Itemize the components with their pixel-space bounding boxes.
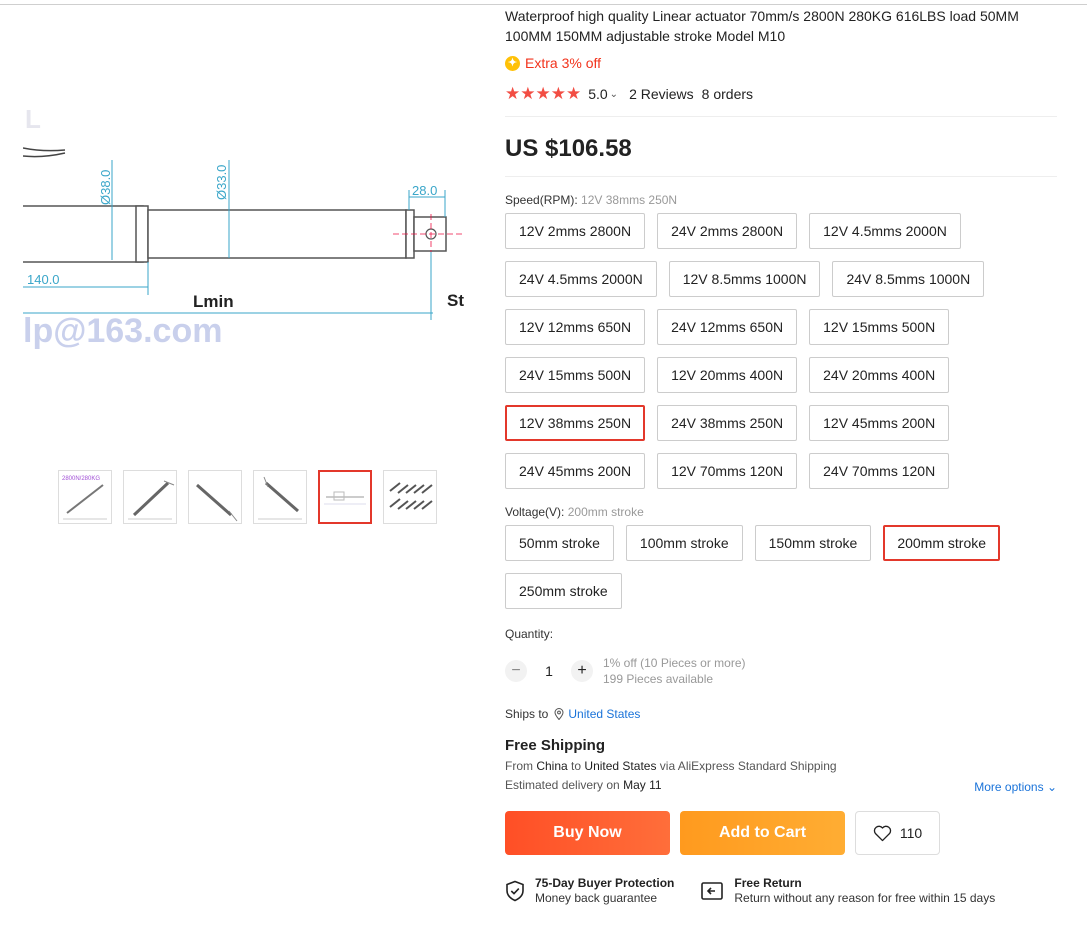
bulk-discount-text: 1% off (10 Pieces or more) (603, 656, 746, 670)
delivery-date: May 11 (623, 778, 662, 792)
dim-label-33: Ø33.0 (214, 165, 229, 200)
quantity-stepper: − + 1% off (10 Pieces or more) 199 Piece… (505, 655, 1057, 687)
guarantees-row: 75-Day Buyer Protection Money back guara… (505, 876, 1057, 905)
quantity-input[interactable] (527, 663, 571, 679)
product-info-panel: Waterproof high quality Linear actuator … (505, 6, 1057, 905)
dim-label-28: 28.0 (412, 183, 437, 198)
ships-to-label: Ships to (505, 707, 549, 721)
voltage-option[interactable]: 150mm stroke (754, 525, 872, 561)
speed-option[interactable]: 12V 15mms 500N (809, 309, 950, 345)
thumbnail-1[interactable]: 2800N/280KG (58, 470, 112, 524)
speed-option[interactable]: 12V 4.5mms 2000N (809, 213, 961, 249)
speed-selected-value: 12V 38mms 250N (581, 193, 678, 207)
product-title: Waterproof high quality Linear actuator … (505, 8, 1019, 44)
top-divider (0, 4, 1087, 5)
increase-quantity-button[interactable]: + (571, 660, 593, 682)
chevron-down-icon[interactable]: ⌄ (610, 89, 618, 100)
heart-icon (873, 825, 891, 841)
speed-option[interactable]: 12V 2mms 2800N (505, 213, 646, 249)
voltage-selected-value: 200mm stroke (567, 505, 644, 519)
ships-to-country-link[interactable]: United States (568, 707, 640, 721)
star-rating-icons: ★★★★★ (505, 84, 582, 103)
coupon-text: Extra 3% off (525, 55, 602, 71)
speed-option[interactable]: 24V 4.5mms 2000N (505, 261, 657, 297)
product-price: US $106.58 (505, 135, 632, 162)
speed-option[interactable]: 24V 12mms 650N (657, 309, 798, 345)
thumbnail-5[interactable] (318, 470, 372, 524)
dim-label-38: Ø38.0 (98, 170, 113, 205)
speed-options: 12V 2mms 2800N 24V 2mms 2800N 12V 4.5mms… (505, 213, 1057, 501)
delivery-row: Estimated delivery on May 11 More option… (505, 778, 1057, 794)
shipping-route: From China to United States via AliExpre… (505, 759, 837, 773)
ship-from-country: China (536, 759, 568, 773)
speed-option[interactable]: 24V 8.5mms 1000N (832, 261, 985, 297)
reviews-link[interactable]: 2 Reviews (629, 86, 694, 102)
wishlist-count: 110 (899, 825, 923, 841)
speed-option[interactable]: 24V 70mms 120N (809, 453, 950, 489)
free-return[interactable]: Free Return Return without any reason fo… (700, 876, 995, 905)
main-product-image[interactable]: L Ø38.0 Ø33.0 28.0 140.0 Lmin St lp@163.… (23, 100, 473, 350)
speed-option[interactable]: 12V 20mms 400N (657, 357, 798, 393)
estimated-delivery: Estimated delivery on May 11 (505, 778, 662, 792)
location-pin-icon (554, 708, 564, 720)
thumbnail-6[interactable] (383, 470, 437, 524)
purchase-actions: Buy Now Add to Cart 110 (505, 811, 1057, 855)
coin-icon: ✦ (505, 55, 520, 71)
speed-option-selected[interactable]: 12V 38mms 250N (505, 405, 646, 441)
speed-option[interactable]: 12V 8.5mms 1000N (668, 261, 821, 297)
voltage-option-selected[interactable]: 200mm stroke (883, 525, 1001, 561)
wishlist-button[interactable]: 110 (855, 811, 940, 855)
rating-score[interactable]: 5.0 (588, 86, 607, 102)
speed-label: Speed(RPM): 12V 38mms 250N (505, 193, 678, 207)
ship-to-country: United States (584, 759, 657, 773)
more-shipping-options-link[interactable]: More options ⌄ (974, 780, 1057, 794)
ships-to-row: Ships to United States (505, 707, 1057, 721)
decrease-quantity-button[interactable]: − (505, 660, 527, 682)
add-to-cart-button[interactable]: Add to Cart (680, 811, 845, 855)
coupon-row[interactable]: ✦ Extra 3% off (505, 55, 1057, 71)
chevron-down-icon: ⌄ (1046, 780, 1057, 794)
dim-label-140: 140.0 (27, 272, 60, 287)
buy-now-button[interactable]: Buy Now (505, 811, 670, 855)
speed-option[interactable]: 24V 2mms 2800N (657, 213, 798, 249)
voltage-label: Voltage(V): 200mm stroke (505, 505, 644, 519)
buyer-protection-subtitle: Money back guarantee (535, 891, 658, 905)
speed-option[interactable]: 24V 38mms 250N (657, 405, 798, 441)
thumbnail-4[interactable] (253, 470, 307, 524)
free-shipping-title: Free Shipping (505, 737, 606, 754)
speed-option[interactable]: 12V 45mms 200N (809, 405, 950, 441)
svg-text:L: L (25, 104, 41, 134)
speed-option[interactable]: 24V 15mms 500N (505, 357, 646, 393)
buyer-protection[interactable]: 75-Day Buyer Protection Money back guara… (505, 876, 674, 905)
voltage-option[interactable]: 250mm stroke (505, 573, 622, 609)
divider (505, 176, 1057, 177)
quantity-label: Quantity: (505, 627, 554, 641)
voltage-options: 50mm stroke 100mm stroke 150mm stroke 20… (505, 525, 1057, 621)
stock-available-text: 199 Pieces available (603, 672, 714, 686)
dim-label-stroke: St (447, 291, 464, 310)
dim-label-lmin: Lmin (193, 292, 234, 311)
free-return-title: Free Return (734, 876, 802, 890)
svg-text:2800N/280KG: 2800N/280KG (62, 476, 100, 482)
watermark-text: lp@163.com (23, 312, 222, 350)
buyer-protection-title: 75-Day Buyer Protection (535, 876, 675, 890)
thumbnail-strip: 2800N/280KG (58, 470, 437, 524)
return-box-icon (701, 882, 724, 900)
speed-option[interactable]: 24V 20mms 400N (809, 357, 950, 393)
voltage-option[interactable]: 100mm stroke (625, 525, 743, 561)
free-return-subtitle: Return without any reason for free withi… (734, 891, 996, 905)
voltage-option[interactable]: 50mm stroke (505, 525, 614, 561)
quantity-info: 1% off (10 Pieces or more) 199 Pieces av… (603, 655, 746, 687)
speed-option[interactable]: 12V 70mms 120N (657, 453, 798, 489)
thumbnail-3[interactable] (188, 470, 242, 524)
orders-count: 8 orders (701, 86, 754, 102)
thumbnail-2[interactable] (123, 470, 177, 524)
shield-check-icon (506, 880, 524, 902)
speed-option[interactable]: 12V 12mms 650N (505, 309, 646, 345)
speed-option[interactable]: 24V 45mms 200N (505, 453, 646, 489)
rating-row: ★★★★★ 5.0 ⌄ 2 Reviews 8 orders (505, 84, 1057, 104)
divider (505, 116, 1057, 117)
